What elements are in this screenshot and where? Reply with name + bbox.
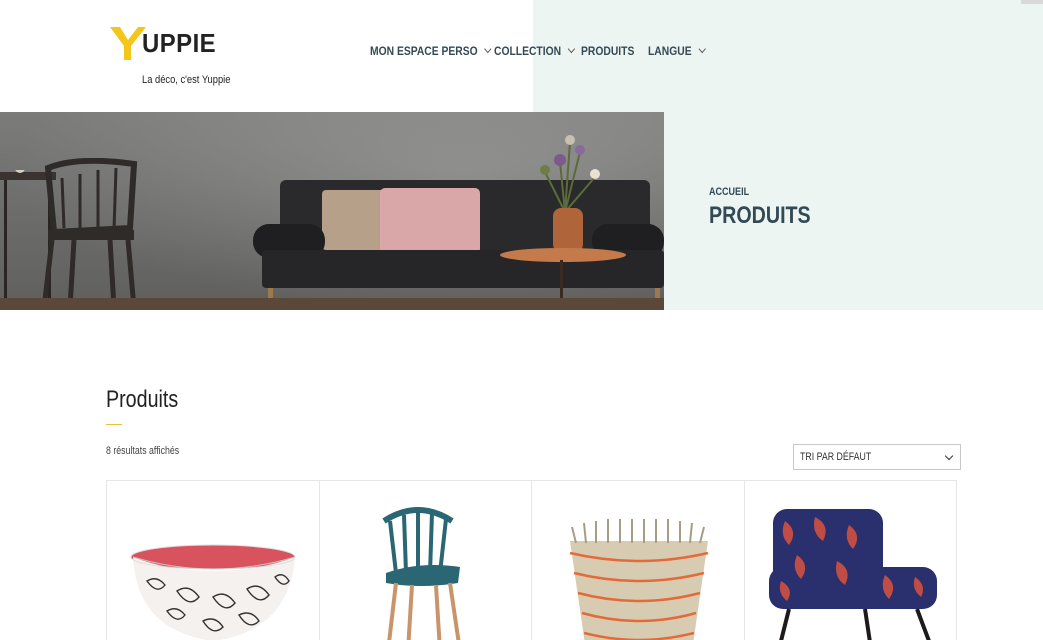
- page-title: PRODUITS: [709, 202, 811, 229]
- armchair-product-image: [768, 509, 937, 640]
- sort-selected-value: TRI PAR DÉFAUT: [800, 451, 872, 463]
- product-card[interactable]: [106, 480, 320, 640]
- nav-item-label: MON ESPACE PERSO: [370, 44, 478, 58]
- product-card[interactable]: [318, 480, 532, 640]
- product-card[interactable]: [743, 480, 957, 640]
- nav-item-label: LANGUE: [648, 44, 692, 58]
- chevron-down-icon: [567, 44, 576, 54]
- site-tagline: La déco, c'est Yuppie: [142, 74, 231, 86]
- nav-item-collection[interactable]: COLLECTION: [494, 44, 576, 58]
- logo-wordmark: UPPIE: [142, 28, 217, 58]
- sofa-pillow-pink: [380, 188, 480, 254]
- nav-item-mon-espace-perso[interactable]: MON ESPACE PERSO: [370, 44, 492, 58]
- title-underline-divider: [106, 424, 122, 425]
- site-logo[interactable]: UPPIE: [108, 24, 248, 64]
- hero-banner-image: [0, 112, 664, 310]
- breadcrumb-home-link[interactable]: ACCUEIL: [709, 186, 811, 198]
- chevron-down-icon: [944, 451, 954, 461]
- product-card[interactable]: [531, 480, 745, 640]
- section-title: Produits: [106, 386, 179, 413]
- nav-item-langue[interactable]: LANGUE: [648, 44, 706, 58]
- product-grid: [106, 480, 960, 640]
- sort-dropdown[interactable]: TRI PAR DÉFAUT: [793, 444, 961, 470]
- chevron-down-icon: [484, 44, 492, 54]
- scroll-corner-mark: [1021, 0, 1043, 4]
- chevron-down-icon: [698, 44, 706, 54]
- sofa-pillow-beige: [322, 190, 388, 250]
- metal-chair-illustration: [41, 158, 138, 308]
- nav-item-produits[interactable]: PRODUITS: [581, 44, 634, 58]
- page-header: ACCUEIL PRODUITS: [709, 186, 833, 230]
- chair-product-image: [381, 507, 460, 640]
- result-count: 8 résultats affichés: [106, 445, 180, 457]
- nav-item-label: PRODUITS: [581, 44, 635, 58]
- basket-product-image: [569, 519, 709, 640]
- hero-floor: [0, 298, 664, 310]
- nav-item-label: COLLECTION: [494, 44, 562, 58]
- side-table-top: [500, 248, 626, 262]
- bowl-product-image: [130, 544, 296, 640]
- plant-bouquet-illustration: [540, 135, 600, 212]
